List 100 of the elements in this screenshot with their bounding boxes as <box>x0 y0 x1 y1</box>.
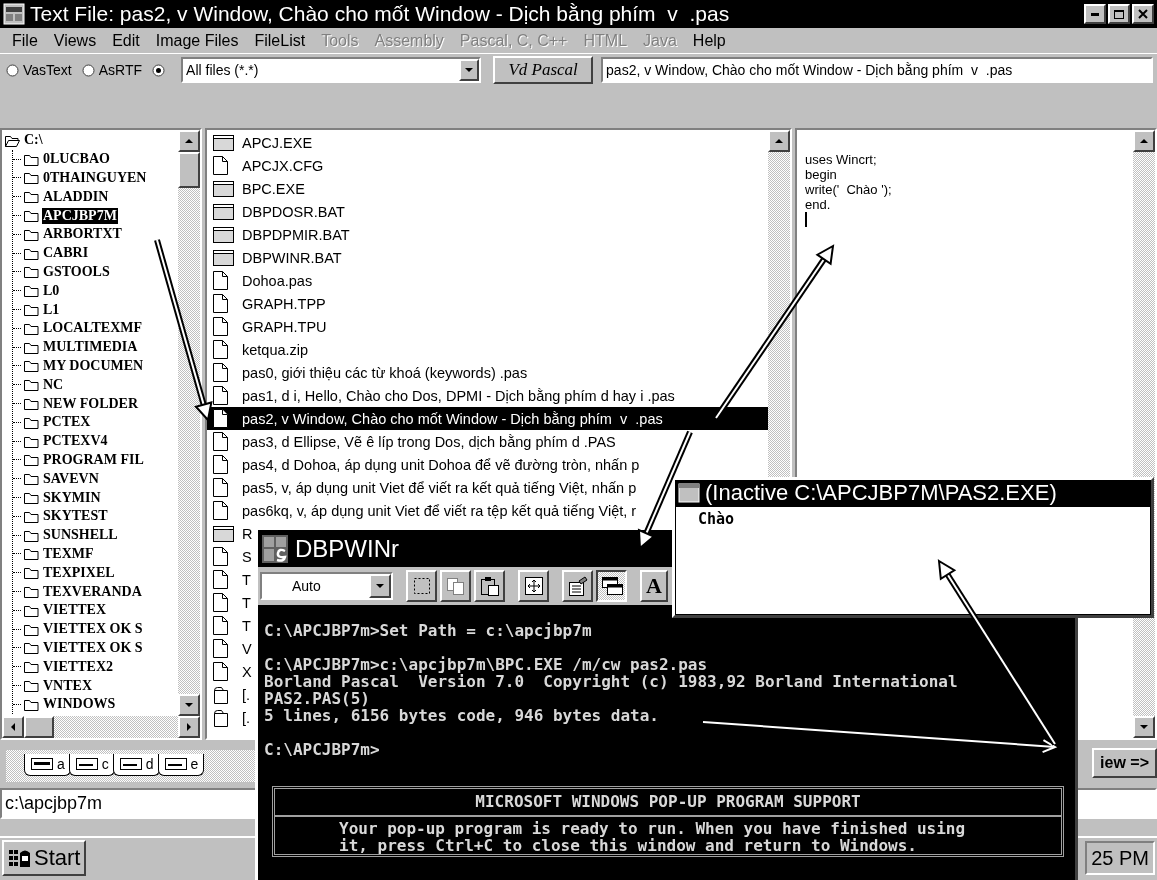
menu-item[interactable]: File <box>4 31 46 50</box>
file-row[interactable]: R <box>207 522 255 545</box>
drive-tab[interactable]: a <box>24 754 71 776</box>
tree-item[interactable]: NC <box>42 376 65 393</box>
file-row[interactable]: pas6kq, v, áp dụng unit Viet để viết ra tệp kết quả tiếng Việt, r <box>207 499 639 522</box>
tree-item[interactable]: VIETTEX <box>42 602 108 619</box>
file-row[interactable]: DBPDOSR.BAT <box>207 200 347 223</box>
file-row[interactable]: BPC.EXE <box>207 177 307 200</box>
mark-button[interactable] <box>406 570 437 602</box>
vertical-scrollbar[interactable] <box>178 130 200 716</box>
tree-item[interactable]: PCTEXV4 <box>42 433 109 450</box>
tree-item[interactable]: VIETTEX OK S <box>42 639 144 656</box>
drive-tab[interactable]: d <box>112 754 160 776</box>
tree-item[interactable]: CABRI <box>42 245 90 262</box>
tree-item[interactable]: VNTEX <box>42 677 93 694</box>
dropdown-button[interactable] <box>459 59 480 81</box>
tree-item[interactable]: ARBORTXT <box>42 226 123 243</box>
menu-item[interactable]: Image Files <box>147 31 247 50</box>
tree-item[interactable]: ALADDIN <box>42 188 110 205</box>
scroll-left-button[interactable] <box>2 716 24 738</box>
file-row[interactable]: X <box>207 660 254 683</box>
file-row[interactable]: DBPDPMIR.BAT <box>207 223 352 246</box>
tree-item[interactable]: PROGRAM FIL <box>42 451 145 468</box>
scroll-down-button[interactable] <box>178 694 200 716</box>
horizontal-scrollbar[interactable] <box>2 716 200 738</box>
file-row[interactable]: ketqua.zip <box>207 338 311 361</box>
view-button[interactable]: iew => <box>1092 748 1157 778</box>
tree-item[interactable]: NEW FOLDER <box>42 395 140 412</box>
scroll-up-button[interactable] <box>1133 130 1155 152</box>
font-button[interactable]: A <box>640 570 668 602</box>
pascal-button[interactable]: Vd Pascal <box>493 56 594 84</box>
scroll-up-button[interactable] <box>178 130 200 152</box>
menu-item[interactable]: Help <box>684 31 734 50</box>
file-row[interactable]: V <box>207 637 254 660</box>
scrollbar-thumb[interactable] <box>24 716 54 738</box>
file-row[interactable]: [. <box>207 683 253 706</box>
file-row[interactable]: pas0, giới thiệu các từ khoá (keywords) .pas <box>207 361 530 384</box>
tree-item[interactable]: L0 <box>42 282 61 299</box>
file-row[interactable]: T <box>207 614 253 637</box>
maximize-button[interactable] <box>1108 4 1130 24</box>
menu-item[interactable]: FileList <box>246 31 314 50</box>
close-button[interactable] <box>1132 4 1154 24</box>
file-row[interactable]: DBPWINR.BAT <box>207 246 344 269</box>
scroll-up-button[interactable] <box>768 130 790 152</box>
scroll-right-button[interactable] <box>178 716 200 738</box>
radio-button[interactable]: VasText <box>4 58 78 82</box>
tree-item[interactable]: MY DOCUMEN <box>42 357 145 374</box>
tree-item[interactable]: 0LUCBAO <box>42 151 111 168</box>
tree-item[interactable]: TEXMF <box>42 545 95 562</box>
tree-item[interactable]: TEXVERANDA <box>42 583 143 600</box>
file-row[interactable]: T <box>207 568 253 591</box>
file-row[interactable]: pas4, d Dohoa, áp dụng unit Dohoa để vẽ đường tròn, nhấn p <box>207 453 642 476</box>
file-row[interactable]: T <box>207 591 253 614</box>
folder-icon <box>23 659 40 675</box>
file-row[interactable]: [. <box>207 706 253 729</box>
file-row[interactable]: APCJX.CFG <box>207 154 326 177</box>
tree-item[interactable]: WINDOWS <box>42 696 117 713</box>
tree-item[interactable]: SKYMIN <box>42 489 102 506</box>
file-row[interactable]: S <box>207 545 254 568</box>
file-row[interactable]: pas1, d i, Hello, Chào cho Dos, DPMI - Dịch bằng phím d hay i .pas <box>207 384 677 407</box>
scroll-down-button[interactable] <box>1133 716 1155 738</box>
full-screen-button[interactable] <box>518 570 549 602</box>
file-row[interactable]: GRAPH.TPP <box>207 292 328 315</box>
file-row[interactable]: pas2, v Window, Chào cho mốt Window - Dịch bằng phím v .pas <box>207 407 768 430</box>
tree-item[interactable]: MULTIMEDIA <box>42 339 139 356</box>
tree-item[interactable]: TEXPIXEL <box>42 564 116 581</box>
font-size-dropdown[interactable]: Auto <box>260 572 393 600</box>
paste-button[interactable] <box>474 570 505 602</box>
tree-item[interactable]: SUNSHELL <box>42 527 119 544</box>
drive-tab[interactable]: c <box>68 754 115 776</box>
tree-item[interactable]: VIETTEX OK S <box>42 621 144 638</box>
tree-item[interactable]: PCTEX <box>42 414 92 431</box>
drive-tab[interactable]: e <box>157 754 205 776</box>
tree-item[interactable]: GSTOOLS <box>42 263 111 280</box>
properties-button[interactable] <box>562 570 593 602</box>
popup-message-line: Your pop-up program is ready to run. When you have finished using <box>338 820 967 837</box>
tree-item[interactable]: L1 <box>42 301 61 318</box>
menu-item[interactable]: Edit <box>104 31 148 50</box>
start-button[interactable]: Start <box>2 840 87 876</box>
tree-item[interactable]: VIETTEX2 <box>42 658 115 675</box>
file-row[interactable]: Dohoa.pas <box>207 269 315 292</box>
file-row[interactable]: pas3, d Ellipse, Vẽ ê líp trong Dos, dịch bằng phím d .PAS <box>207 430 618 453</box>
file-row[interactable]: GRAPH.TPU <box>207 315 329 338</box>
tree-item[interactable]: SKYTEST <box>42 508 109 525</box>
radio-button[interactable]: AsRTF <box>79 58 149 82</box>
copy-button[interactable] <box>440 570 471 602</box>
tree-item[interactable]: C:\ <box>23 132 44 149</box>
tree-item[interactable]: 0THAINGUYEN <box>42 170 148 186</box>
file-filter-dropdown[interactable]: All files (*.*) <box>181 57 482 83</box>
tree-item[interactable]: SAVEVN <box>42 470 100 487</box>
file-row[interactable]: APCJ.EXE <box>207 131 315 154</box>
menu-item[interactable]: Views <box>45 31 105 50</box>
tree-item[interactable]: LOCALTEXMF <box>42 320 144 337</box>
tree-item[interactable]: APCJBP7M <box>42 207 118 224</box>
background-button[interactable] <box>596 570 627 602</box>
file-row[interactable]: pas5, v, áp dụng unit Viet để viết ra kết quả tiếng Việt, nhấn p <box>207 476 639 499</box>
scrollbar-thumb[interactable] <box>178 152 200 188</box>
minimize-button[interactable] <box>1084 4 1106 24</box>
file-path-field[interactable]: pas2, v Window, Chào cho mốt Window - Dịch bằng phím v .pas <box>601 57 1153 83</box>
dropdown-button[interactable] <box>369 574 391 598</box>
